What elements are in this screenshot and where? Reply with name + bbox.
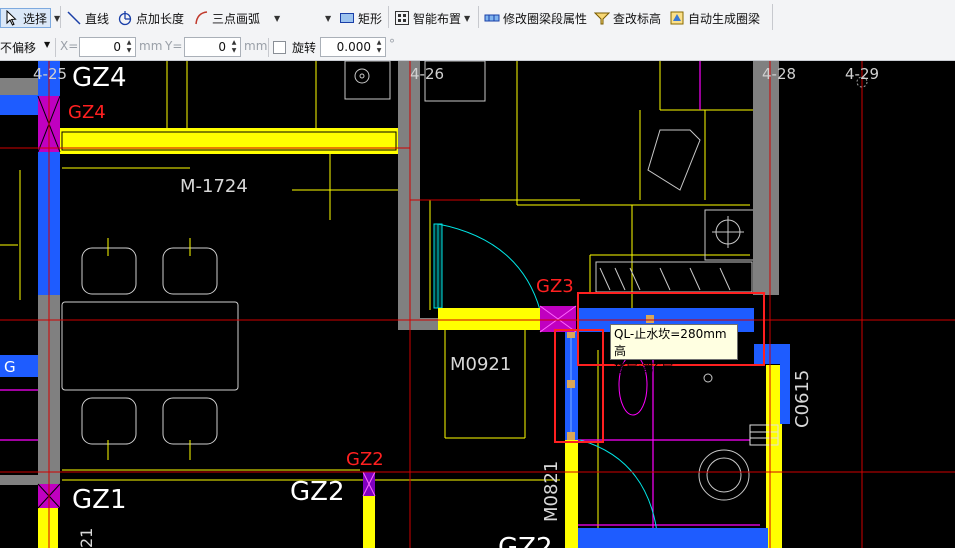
window-label: C0615 xyxy=(792,370,813,428)
arc-dropdown-arrow[interactable]: ▼ xyxy=(274,14,280,23)
x-spin-arrows[interactable]: ▲ ▼ xyxy=(124,39,134,55)
column-label: GZ2 xyxy=(346,449,384,470)
tooltip-line-beam: QL-止水坎=280mm高 xyxy=(614,327,727,358)
y-offset-value: 0 xyxy=(218,40,226,54)
modify-segment-properties-button[interactable]: 修改圈梁段属性 xyxy=(484,7,587,29)
rotate-checkbox[interactable] xyxy=(273,41,286,54)
smart-layout-label: 智能布置 xyxy=(413,11,462,26)
gray-wall xyxy=(0,475,60,485)
point-length-tool-button[interactable]: 点加长度 xyxy=(117,7,184,29)
toolbar-divider xyxy=(60,6,61,28)
select-label: 选择 xyxy=(23,11,48,26)
column-label: GZ2 xyxy=(498,533,553,548)
column-label: GZ2 xyxy=(290,477,345,507)
blue-wall xyxy=(780,344,790,424)
door-leaf-body xyxy=(433,223,443,309)
rect-label: 矩形 xyxy=(358,11,383,26)
auto-generate-beam-button[interactable]: 自动生成圈梁 xyxy=(669,7,760,29)
beam-grip-handle xyxy=(567,380,575,388)
tooltip-line-floor: 楼层:第6层 xyxy=(614,361,674,375)
offset-mode-dropdown-arrow[interactable]: ▼ xyxy=(44,40,50,49)
rotate-label: 旋转 xyxy=(292,41,317,55)
toolbar-grip xyxy=(772,4,773,30)
smart-layout-button[interactable]: 智能布置 ▼ xyxy=(394,7,470,29)
line-tool-button[interactable]: 直线 xyxy=(66,7,109,29)
rectangle-icon xyxy=(340,13,354,23)
check-elevation-label: 查改标高 xyxy=(613,11,662,26)
segment-properties-icon xyxy=(484,14,500,22)
rect-tool-button[interactable]: 矩形 xyxy=(339,7,382,29)
door-label: M0821 xyxy=(541,461,562,522)
beam-info-tooltip: QL-止水坎=280mm高 楼层:第6层 xyxy=(610,324,738,375)
axis-label: 4-26 xyxy=(410,65,444,83)
axis-label: 4-29 xyxy=(845,65,879,83)
column-label: GZ1 xyxy=(72,485,127,515)
cad-drawing-canvas[interactable]: 4-25 4-26 4-28 4-29 GZ4 GZ4 GZ1 GZ2 GZ2 … xyxy=(0,61,955,548)
modify-segment-label: 修改圈梁段属性 xyxy=(503,11,588,26)
rotate-spin-arrows[interactable]: ▲ ▼ xyxy=(374,39,384,55)
elevation-icon xyxy=(594,12,610,25)
options-bar: 不偏移 ▼ X= 0 ▲ ▼ mm Y= 0 ▲ ▼ mm 旋转 0.000 ▲ ▼ … xyxy=(0,35,955,61)
three-point-arc-label: 三点画弧 xyxy=(212,11,261,26)
smart-layout-dropdown-arrow[interactable]: ▼ xyxy=(464,14,470,23)
y-offset-input[interactable]: 0 ▲ ▼ xyxy=(184,37,241,57)
x-label: X= xyxy=(60,39,79,53)
options-divider xyxy=(268,38,269,57)
rotate-angle-input[interactable]: 0.000 ▲ ▼ xyxy=(320,37,386,57)
column-label: GZ4 xyxy=(72,63,127,93)
axis-label: 4-25 xyxy=(33,65,67,83)
line-label: 直线 xyxy=(85,11,110,26)
yellow-wall xyxy=(438,308,542,330)
options-divider xyxy=(55,38,56,57)
y-unit: mm xyxy=(244,39,268,53)
yellow-wall xyxy=(38,508,58,548)
arc-options-arrow[interactable]: ▼ xyxy=(325,14,331,23)
rotate-unit: ° xyxy=(389,37,395,51)
x-offset-value: 0 xyxy=(113,40,121,54)
gray-wall xyxy=(753,61,779,295)
y-spin-arrows[interactable]: ▲ ▼ xyxy=(229,39,239,55)
beam-grip-handle xyxy=(567,432,575,440)
line-icon xyxy=(67,11,81,25)
gray-wall xyxy=(398,61,420,330)
partial-label: 21 xyxy=(77,528,96,548)
column-label: GZ4 xyxy=(68,102,106,123)
auto-generate-label: 自动生成圈梁 xyxy=(688,11,761,26)
point-length-icon xyxy=(118,11,132,26)
blue-wall xyxy=(578,528,768,548)
three-point-arc-tool-button[interactable]: 三点画弧 ▼ xyxy=(193,7,280,29)
toolbar-divider xyxy=(478,6,479,28)
select-tool[interactable]: 选择 ▼ xyxy=(0,7,60,29)
point-length-label: 点加长度 xyxy=(136,11,185,26)
arc-options-dropdown[interactable]: ▼ xyxy=(322,7,331,29)
door-label: M0921 xyxy=(450,354,511,375)
y-label: Y= xyxy=(165,39,183,53)
auto-generate-icon xyxy=(670,11,684,25)
cursor-arrow-icon xyxy=(6,10,17,26)
offset-mode-select[interactable]: 不偏移 xyxy=(0,39,36,56)
yellow-wall xyxy=(766,365,782,548)
toolbar-divider xyxy=(388,6,389,28)
smart-layout-icon xyxy=(395,11,409,25)
arc-icon xyxy=(195,11,208,25)
check-elevation-button[interactable]: 查改标高 xyxy=(594,7,661,29)
blue-wall xyxy=(0,95,38,115)
door-label: M-1724 xyxy=(180,176,248,197)
main-toolbar: 选择 ▼ 直线 点加长度 三点画弧 ▼ ▼ 矩形 智能布置 ▼ 修改圈梁段属性 … xyxy=(0,0,955,36)
column-label: GZ3 xyxy=(536,276,574,297)
rotate-angle-value: 0.000 xyxy=(336,40,371,54)
column-label: G xyxy=(4,358,16,376)
x-offset-input[interactable]: 0 ▲ ▼ xyxy=(79,37,136,57)
beam-grip-handle xyxy=(646,315,654,323)
axis-label: 4-28 xyxy=(762,65,796,83)
x-unit: mm xyxy=(139,39,163,53)
